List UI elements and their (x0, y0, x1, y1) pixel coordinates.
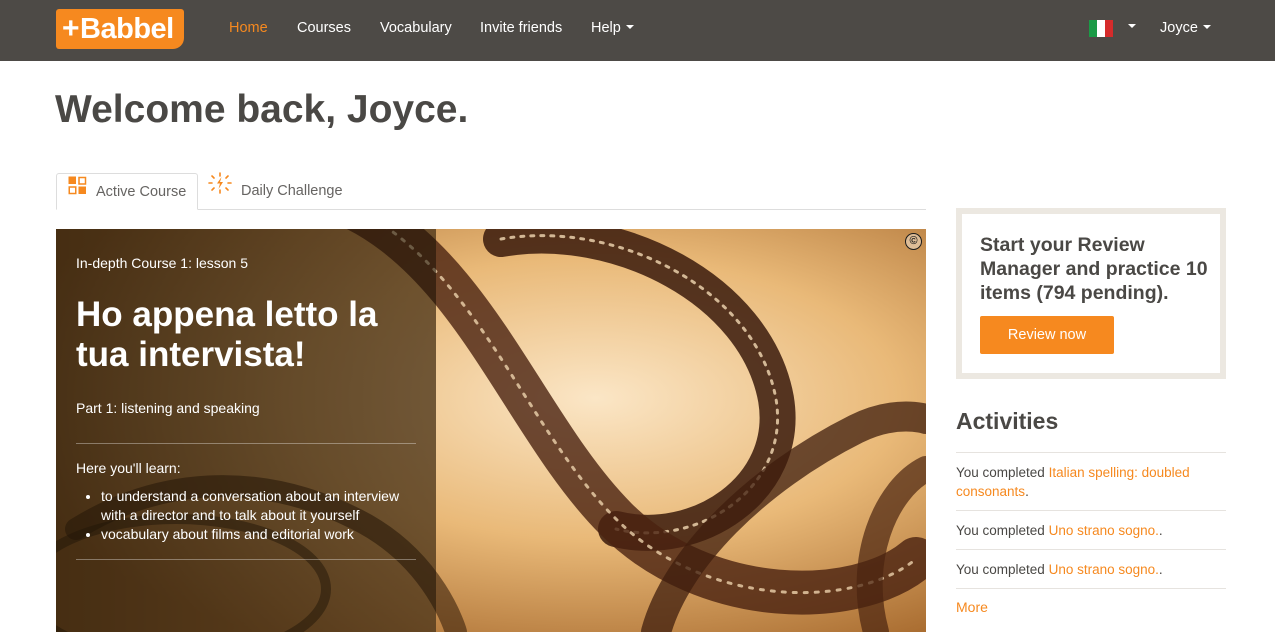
copyright-icon[interactable]: © (905, 233, 922, 250)
tab-label: Active Course (96, 184, 187, 200)
page-title: Welcome back, Joyce. (55, 88, 469, 131)
nav-courses-link[interactable]: Courses (297, 0, 351, 61)
activity-item: You completed Italian spelling: doubled … (956, 453, 1226, 511)
activity-prefix: You completed (956, 465, 1049, 480)
activity-link[interactable]: Uno strano sogno. (1049, 523, 1159, 538)
activity-prefix: You completed (956, 562, 1049, 577)
activity-link[interactable]: Uno strano sogno. (1049, 562, 1159, 577)
nav-help-dropdown[interactable]: Help (591, 0, 634, 61)
italy-flag-icon[interactable] (1089, 20, 1113, 37)
logo-plus: + (62, 12, 80, 45)
lesson-label: In-depth Course 1: lesson 5 (76, 255, 248, 271)
activities-heading: Activities (956, 408, 1059, 434)
nav-vocabulary-link[interactable]: Vocabulary (380, 0, 452, 61)
panel-divider (76, 559, 416, 560)
activity-prefix: You completed (956, 523, 1049, 538)
learn-item: vocabulary about films and editorial wor… (101, 525, 416, 544)
panel-divider (76, 443, 416, 444)
logo-text: Babbel (80, 13, 174, 45)
grid-squares-icon (68, 173, 87, 209)
user-menu-label: Joyce (1160, 20, 1198, 36)
nav-invite-friends-link[interactable]: Invite friends (480, 0, 562, 61)
flag-red-stripe (1105, 20, 1113, 37)
tab-daily-challenge[interactable]: Daily Challenge (208, 171, 343, 209)
activities-list: You completed Italian spelling: doubled … (956, 452, 1226, 589)
activity-suffix: . (1025, 484, 1029, 499)
nav-help-label: Help (591, 20, 621, 36)
course-info-panel (56, 229, 436, 632)
lesson-part-label: Part 1: listening and speaking (76, 400, 260, 416)
top-navigation-bar: +Babbel Home Courses Vocabulary Invite f… (0, 0, 1275, 61)
activity-item: You completed Uno strano sogno.. (956, 511, 1226, 550)
user-menu-dropdown[interactable]: Joyce (1160, 0, 1211, 61)
babbel-logo[interactable]: +Babbel (56, 9, 184, 49)
nav-home-link[interactable]: Home (229, 0, 268, 61)
tab-label: Daily Challenge (241, 183, 343, 199)
flag-white-stripe (1097, 20, 1105, 37)
learn-heading: Here you'll learn: (76, 460, 181, 476)
more-activities-link[interactable]: More (956, 599, 988, 615)
activity-suffix: . (1158, 523, 1163, 538)
learn-list: to understand a conversation about an in… (76, 487, 416, 544)
activity-suffix: . (1158, 562, 1163, 577)
review-prompt: Start your Review Manager and practice 1… (980, 234, 1208, 304)
chevron-down-icon (625, 25, 634, 30)
chevron-down-icon (1202, 25, 1211, 30)
lightning-burst-icon (208, 171, 232, 208)
learn-item: to understand a conversation about an in… (101, 487, 416, 525)
review-now-button[interactable]: Review now (980, 316, 1114, 354)
activity-item: You completed Uno strano sogno.. (956, 550, 1226, 589)
language-chevron-down-icon[interactable] (1128, 24, 1136, 28)
tab-active-course[interactable]: Active Course (56, 173, 198, 210)
active-course-card[interactable]: © In-depth Course 1: lesson 5 Ho appena … (56, 229, 926, 632)
lesson-title[interactable]: Ho appena letto la tua intervista! (76, 295, 426, 375)
review-manager-box: Start your Review Manager and practice 1… (956, 208, 1226, 379)
flag-green-stripe (1089, 20, 1097, 37)
